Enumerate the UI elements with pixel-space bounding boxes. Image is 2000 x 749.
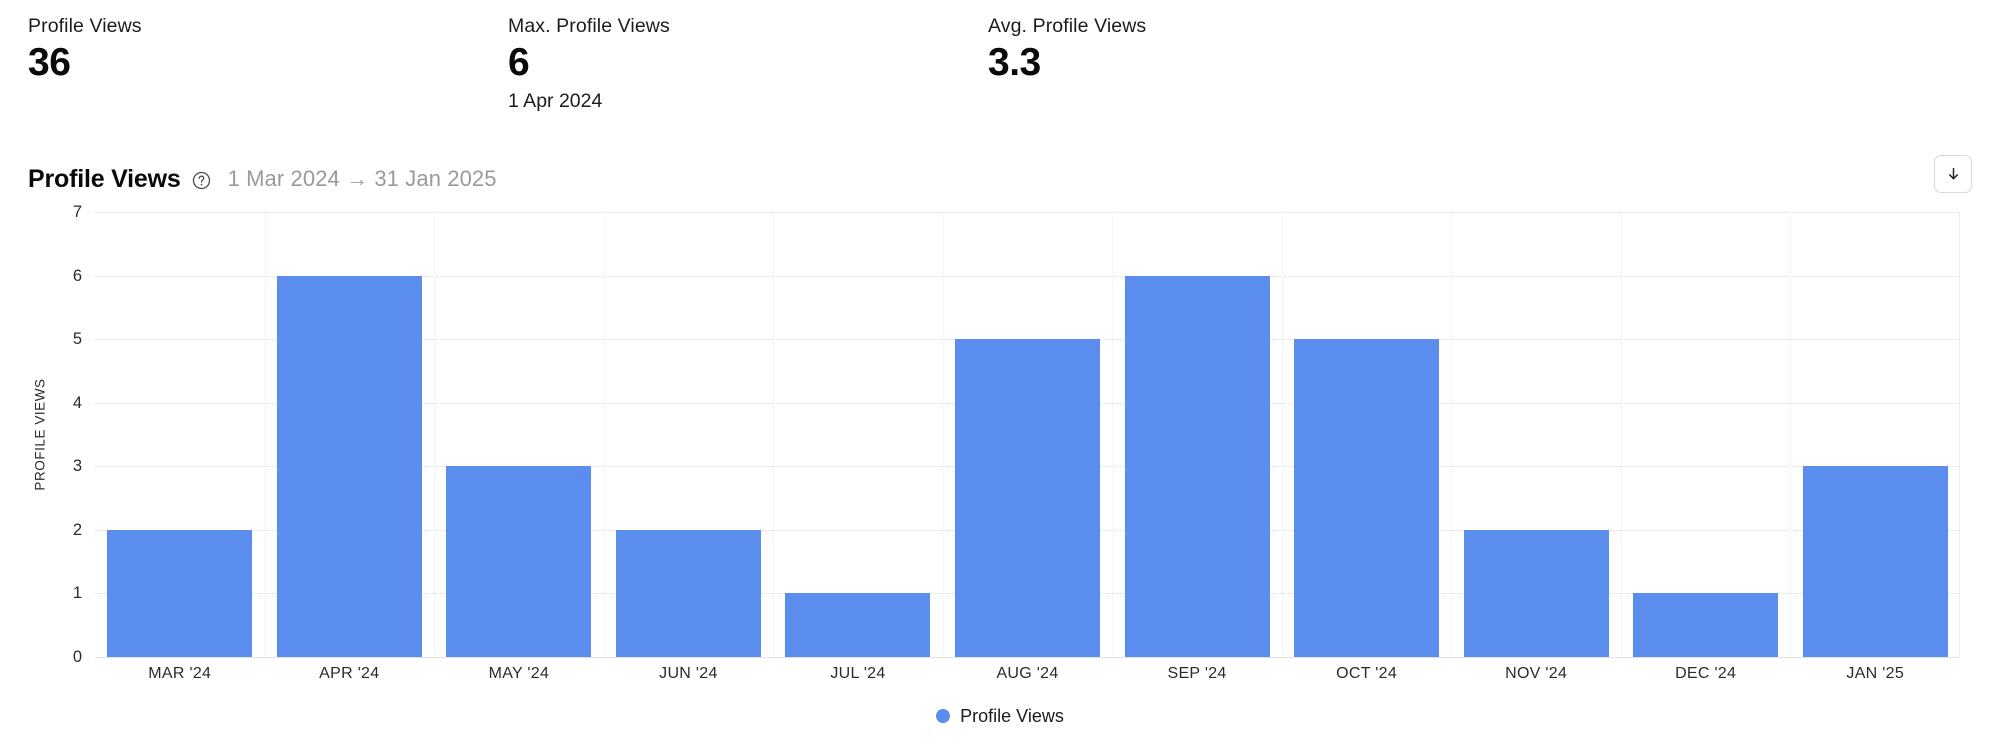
x-axis-tick: OCT '24	[1336, 665, 1398, 682]
chart-header: Profile Views 1 Mar 2024 → 31 Jan 2025	[28, 155, 1972, 200]
stat-label: Max. Profile Views	[508, 15, 670, 37]
bar[interactable]	[955, 339, 1100, 657]
bar[interactable]	[107, 529, 253, 657]
gridline	[95, 657, 1959, 658]
stat-card-avg-profile-views: Avg. Profile Views 3.3	[988, 14, 1468, 120]
chart-plot-region: PROFILE VIEWS 0 1 2 3 4 5 6 7 MAR '24 APR '24 MAY…	[0, 204, 2000, 682]
x-axis-tick: JUL '24	[830, 665, 886, 682]
y-axis-tick: 6	[72, 266, 82, 285]
download-arrow-icon	[1948, 167, 1958, 179]
download-button[interactable]	[1934, 155, 1972, 193]
legend-color-dot-icon	[936, 709, 951, 723]
stat-card-max-profile-views: Max. Profile Views 6 1 Apr 2024	[508, 14, 988, 120]
stat-value: 6	[508, 41, 530, 84]
help-circle-icon[interactable]	[192, 171, 211, 190]
summary-stats-row: Profile Views 36 Max. Profile Views 6 1 …	[0, 0, 2000, 120]
profile-views-analytics-page: Profile Views 36 Max. Profile Views 6 1 …	[0, 0, 2000, 749]
legend-item[interactable]: Profile Views	[936, 705, 1064, 727]
stat-value: 3.3	[988, 41, 1041, 84]
y-axis-tick: 4	[72, 393, 82, 412]
bar[interactable]	[785, 593, 931, 657]
bar[interactable]	[1294, 339, 1440, 657]
bar[interactable]	[276, 275, 422, 657]
x-axis-tick: MAR '24	[148, 665, 212, 682]
x-axis-tick: JUN '24	[659, 665, 718, 682]
y-axis-tick: 5	[72, 330, 82, 349]
stat-label: Profile Views	[28, 15, 142, 37]
bar[interactable]	[1802, 466, 1948, 657]
chart-legend: Profile Views	[0, 705, 2000, 727]
plot-area	[95, 212, 1960, 658]
stat-label: Avg. Profile Views	[988, 15, 1147, 37]
bars-layer	[95, 212, 1959, 657]
x-axis-tick: DEC '24	[1675, 665, 1737, 682]
x-axis-tick: NOV '24	[1505, 665, 1568, 682]
x-axis-tick: MAY '24	[488, 665, 550, 682]
x-axis-tick-labels: MAR '24 APR '24 MAY '24 JUN '24 JUL '24 AUG '…	[95, 664, 1960, 694]
y-axis-title-label: PROFILE VIEWS	[32, 378, 48, 491]
y-axis-tick: 2	[72, 520, 82, 539]
x-axis-tick: SEP '24	[1167, 665, 1227, 682]
stat-value: 36	[28, 41, 71, 84]
bar[interactable]	[615, 529, 761, 657]
y-axis-tick: 1	[72, 584, 82, 603]
legend-label: Profile Views	[960, 706, 1064, 726]
bar[interactable]	[1463, 529, 1609, 657]
stat-card-profile-views: Profile Views 36	[28, 14, 508, 120]
x-axis-tick: JAN '25	[1846, 665, 1905, 682]
x-axis-tick: APR '24	[319, 665, 380, 682]
y-axis-tick: 3	[72, 457, 82, 476]
chart-title: Profile Views	[28, 165, 181, 193]
y-axis-tick-labels: 0 1 2 3 4 5 6 7	[52, 204, 82, 666]
bar[interactable]	[1633, 593, 1779, 657]
y-axis-tick: 0	[72, 648, 82, 666]
y-axis-title: PROFILE VIEWS	[28, 212, 52, 657]
chart-date-range: 1 Mar 2024 → 31 Jan 2025	[227, 166, 497, 191]
stat-sub-date: 1 Apr 2024	[508, 90, 603, 112]
bar[interactable]	[446, 466, 592, 657]
y-axis-tick: 7	[72, 203, 82, 221]
x-axis-tick: AUG '24	[996, 665, 1059, 682]
bar[interactable]	[1124, 275, 1270, 657]
